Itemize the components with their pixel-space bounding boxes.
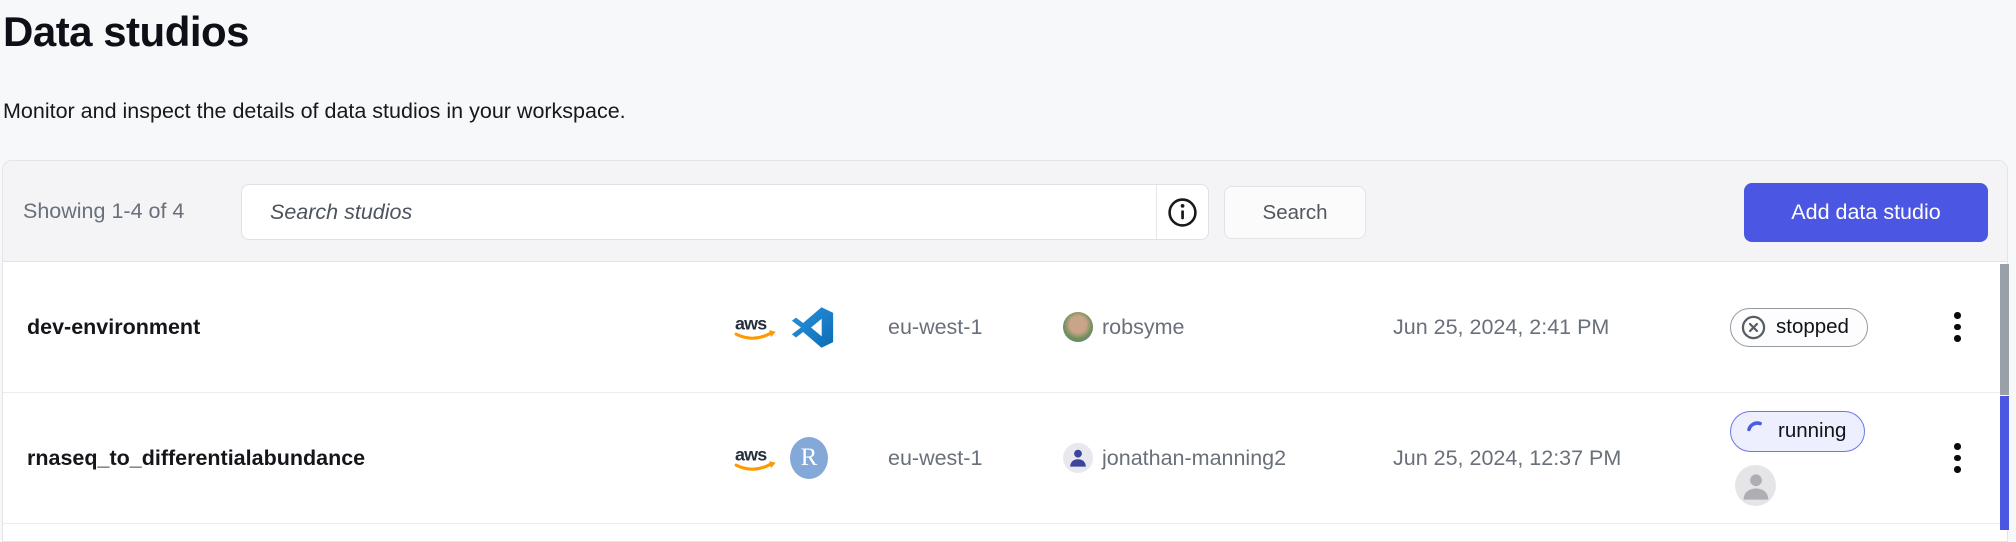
scrollbar-thumb-blue[interactable] <box>2000 396 2009 530</box>
spinner-icon <box>1744 419 1769 444</box>
row-menu-button[interactable] <box>1946 304 1969 350</box>
page-title: Data studios <box>3 8 249 56</box>
table-row-dev-environment[interactable]: dev-environment aws <box>3 262 2007 393</box>
table-row-partial <box>3 524 2007 540</box>
created-date: Jun 25, 2024, 2:41 PM <box>1393 315 1730 340</box>
vscode-icon <box>790 305 835 350</box>
info-circle-icon <box>1167 197 1198 228</box>
status-label: running <box>1778 419 1846 443</box>
search-input[interactable] <box>242 185 1156 239</box>
user-avatar <box>1063 312 1093 342</box>
avatar-placeholder-icon <box>1735 465 1776 506</box>
showing-count: Showing 1-4 of 4 <box>23 161 184 261</box>
status-cell: running <box>1730 411 1948 506</box>
user-person-icon <box>1063 443 1093 473</box>
search-input-group <box>241 184 1209 240</box>
region-label: eu-west-1 <box>888 446 1063 471</box>
status-cell: stopped <box>1730 308 1948 347</box>
page-subtitle: Monitor and inspect the details of data … <box>3 99 626 124</box>
toolbar: Showing 1-4 of 4 Search Add data studio <box>3 161 2007 262</box>
row-menu-button[interactable] <box>1946 435 1969 481</box>
user-cell: jonathan-manning2 <box>1063 443 1393 473</box>
studio-icons-cell: aws <box>733 305 888 350</box>
svg-text:aws: aws <box>735 313 767 333</box>
status-badge-running: running <box>1730 411 1865 452</box>
created-date: Jun 25, 2024, 12:37 PM <box>1393 446 1730 471</box>
table-row-rnaseq[interactable]: rnaseq_to_differentialabundance aws R eu… <box>3 393 2007 524</box>
studios-card: Showing 1-4 of 4 Search Add data studio <box>2 160 2008 542</box>
aws-logo-icon: aws <box>733 312 780 343</box>
search-button[interactable]: Search <box>1224 186 1366 239</box>
region-label: eu-west-1 <box>888 315 1063 340</box>
search-info-button[interactable] <box>1156 185 1208 239</box>
studio-icons-cell: aws R <box>733 437 888 479</box>
user-cell: robsyme <box>1063 312 1393 342</box>
user-name: robsyme <box>1102 315 1184 340</box>
svg-text:aws: aws <box>735 444 767 464</box>
scrollbar-thumb-gray[interactable] <box>2000 264 2009 395</box>
rstudio-icon: R <box>790 437 828 479</box>
aws-logo-icon: aws <box>733 443 780 474</box>
user-name: jonathan-manning2 <box>1102 446 1286 471</box>
data-studios-page: Data studios Monitor and inspect the det… <box>0 0 2016 542</box>
status-label: stopped <box>1776 315 1849 339</box>
status-badge-stopped: stopped <box>1730 308 1868 347</box>
add-data-studio-button[interactable]: Add data studio <box>1744 183 1988 242</box>
circle-x-icon <box>1740 314 1767 341</box>
r-letter: R <box>801 444 818 472</box>
studio-name[interactable]: dev-environment <box>27 315 733 340</box>
studio-name[interactable]: rnaseq_to_differentialabundance <box>27 446 733 471</box>
